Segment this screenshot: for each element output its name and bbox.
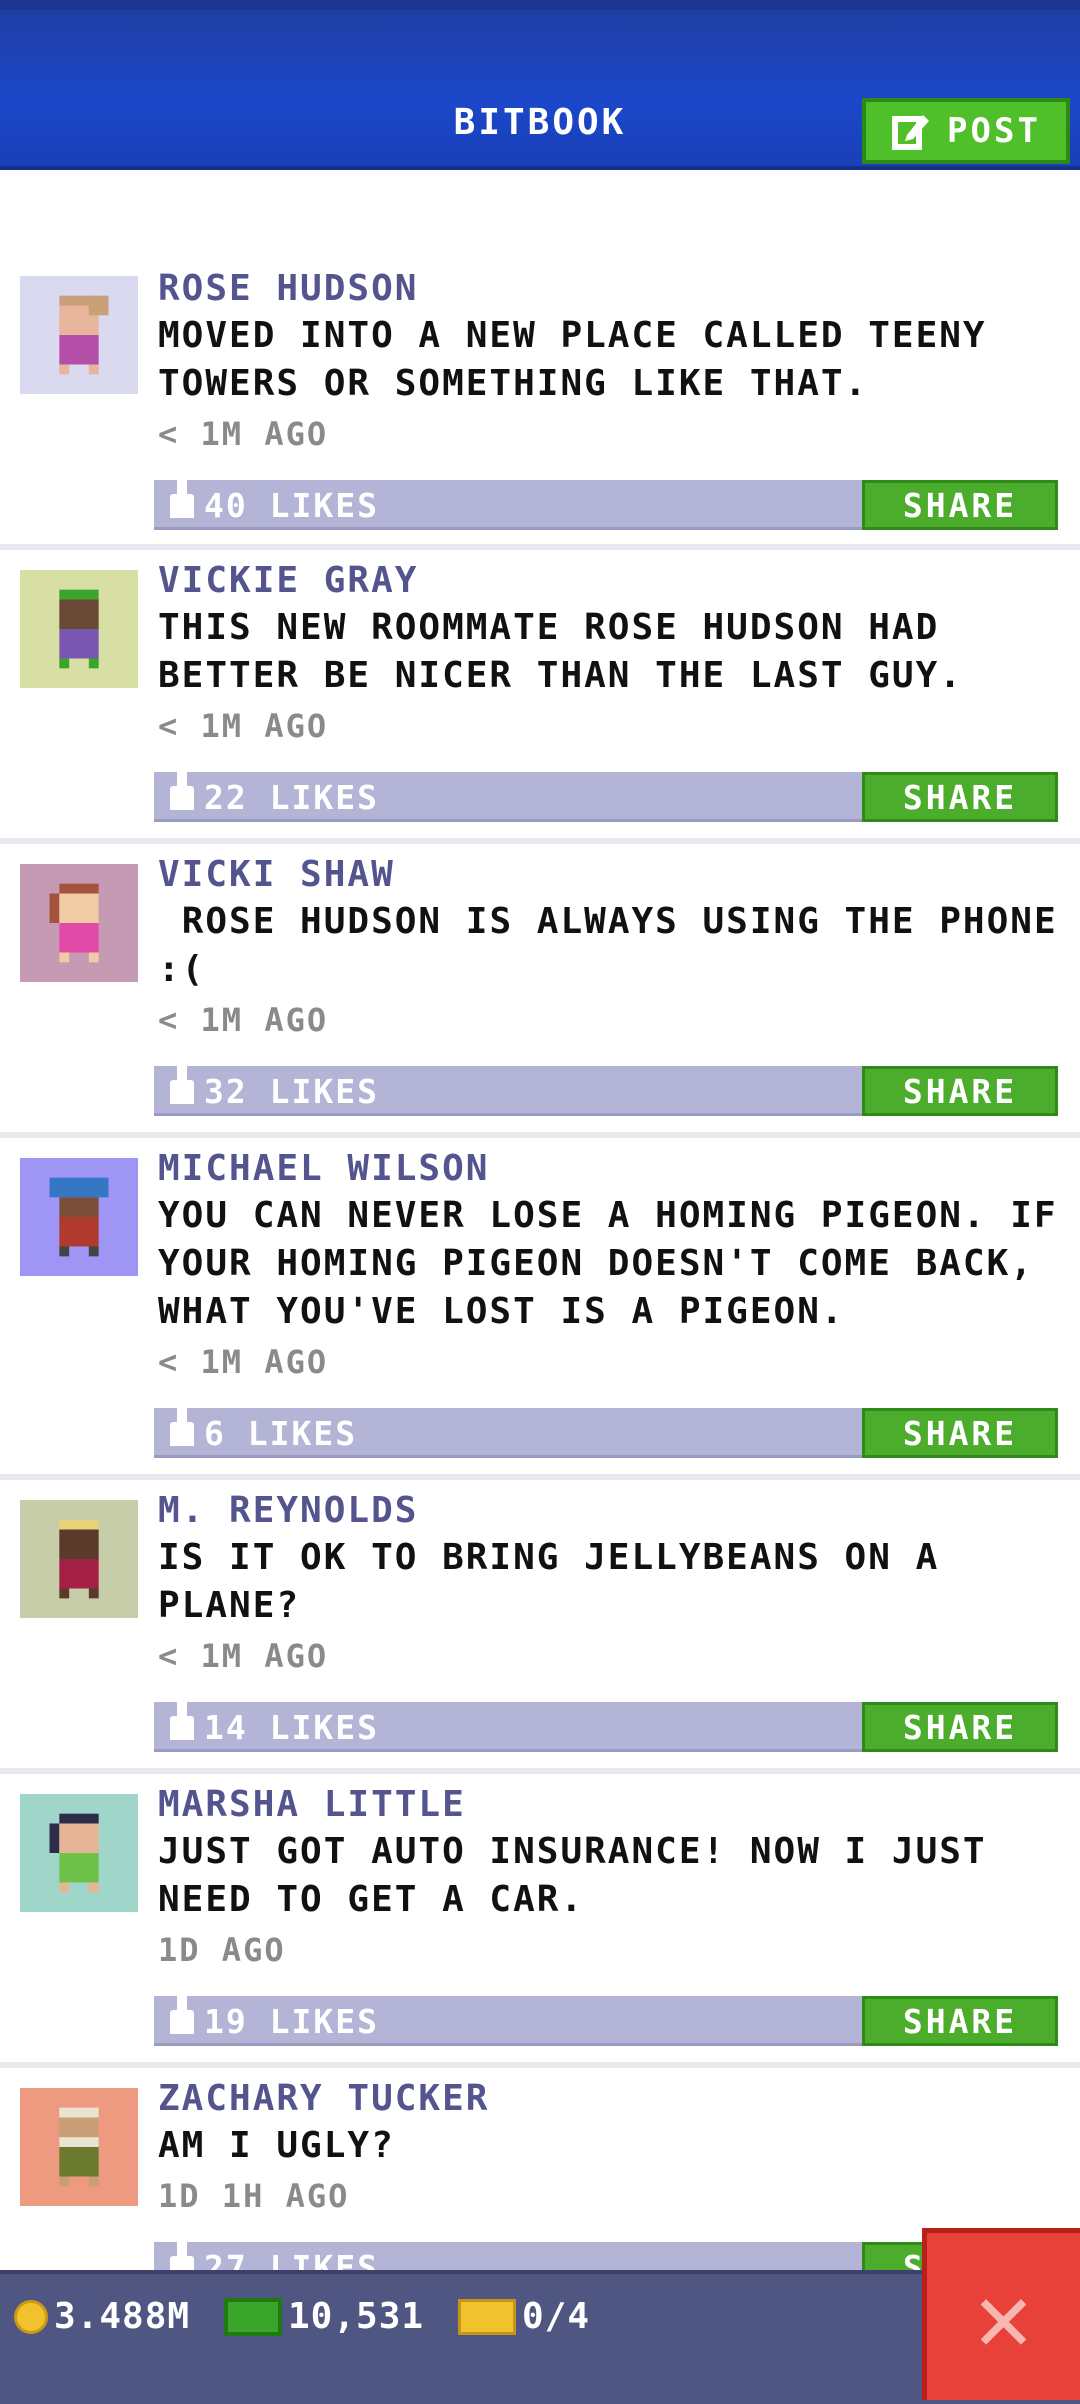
thumbs-up-icon [170,1995,194,2034]
likes-count[interactable]: 6 LIKES [170,1407,358,1453]
share-button[interactable]: SHARE [862,1066,1058,1116]
thumbs-up-icon [170,1065,194,1104]
share-button[interactable]: SHARE [862,1702,1058,1752]
likes-count[interactable]: 14 LIKES [170,1701,379,1747]
likes-bar: 19 LIKES SHARE [154,1995,1058,2046]
list-item: MICHAEL WILSON YOU CAN NEVER LOSE A HOMI… [0,1132,1080,1480]
avatar [20,1500,138,1618]
post-author[interactable]: VICKIE GRAY [158,560,418,601]
list-item: VICKI SHAW ROSE HUDSON IS ALWAYS USING T… [0,838,1080,1138]
close-button[interactable]: ✕ [922,2228,1080,2400]
avatar [20,2088,138,2206]
list-item: M. REYNOLDS IS IT OK TO BRING JELLYBEANS… [0,1474,1080,1774]
avatar [20,570,138,688]
share-button[interactable]: SHARE [862,480,1058,530]
list-item: ROSE HUDSON MOVED INTO A NEW PLACE CALLE… [0,170,1080,550]
avatar-image [20,2088,138,2206]
coins-value: 3.488M [54,2296,191,2337]
post-text: MOVED INTO A NEW PLACE CALLED TEENY TOWE… [158,315,987,404]
thumbs-up-icon [170,2241,194,2270]
avatar [20,1794,138,1912]
avatar [20,276,138,394]
bux-icon [224,2297,282,2336]
status-bar: 3.488M 10,531 0/4 [0,2270,1080,2404]
avatar-image [20,1794,138,1912]
close-icon: ✕ [974,2260,1033,2373]
share-button[interactable]: SHARE [862,1996,1058,2046]
post-author[interactable]: MARSHA LITTLE [158,1784,466,1825]
likes-bar: 6 LIKES SHARE [154,1407,1058,1458]
list-item: VICKIE GRAY THIS NEW ROOMMATE ROSE HUDSO… [0,544,1080,844]
tickets-value: 0/4 [522,2296,591,2337]
likes-count[interactable]: 27 LIKES [170,2241,379,2270]
post-author[interactable]: ROSE HUDSON [158,268,418,309]
share-button[interactable]: SHARE [862,772,1058,822]
likes-count[interactable]: 19 LIKES [170,1995,379,2041]
thumbs-up-icon [170,1407,194,1446]
post-time: 1D 1H AGO [158,2177,350,2215]
post-text: YOU CAN NEVER LOSE A HOMING PIGEON. IF Y… [158,1195,1058,1332]
avatar [20,1158,138,1276]
post-author[interactable]: MICHAEL WILSON [158,1148,489,1189]
likes-label: 27 LIKES [204,2248,379,2270]
likes-count[interactable]: 40 LIKES [170,479,379,525]
ticket-icon [458,2298,516,2335]
likes-count[interactable]: 22 LIKES [170,771,379,817]
avatar-image [20,1500,138,1618]
thumbs-up-icon [170,1701,194,1740]
thumbs-up-icon [170,479,194,518]
avatar [20,864,138,982]
likes-label: 14 LIKES [204,1708,379,1747]
post-text: AM I UGLY? [158,2125,395,2166]
likes-label: 6 LIKES [204,1414,358,1453]
post-text: THIS NEW ROOMMATE ROSE HUDSON HAD BETTER… [158,607,963,696]
post-time: 1D AGO [158,1931,286,1969]
likes-count[interactable]: 32 LIKES [170,1065,379,1111]
likes-bar: 32 LIKES SHARE [154,1065,1058,1116]
post-time: < 1M AGO [158,415,329,453]
post-text: ROSE HUDSON IS ALWAYS USING THE PHONE :( [158,901,1080,990]
likes-bar: 40 LIKES SHARE [154,479,1058,530]
likes-label: 32 LIKES [204,1072,379,1111]
likes-bar: 22 LIKES SHARE [154,771,1058,822]
post-time: < 1M AGO [158,707,329,745]
edit-icon [892,115,930,150]
likes-label: 19 LIKES [204,2002,379,2041]
coin-icon [14,2299,48,2334]
post-text: IS IT OK TO BRING JELLYBEANS ON A PLANE? [158,1537,940,1626]
post-time: < 1M AGO [158,1343,329,1381]
post-author[interactable]: ZACHARY TUCKER [158,2078,489,2119]
post-button-label: POST [947,111,1041,151]
likes-label: 40 LIKES [204,486,379,525]
avatar-image [20,864,138,982]
avatar-image [20,570,138,688]
list-item: MARSHA LITTLE JUST GOT AUTO INSURANCE! N… [0,1768,1080,2068]
post-author[interactable]: VICKI SHAW [158,854,395,895]
likes-bar: 14 LIKES SHARE [154,1701,1058,1752]
post-time: < 1M AGO [158,1637,329,1675]
feed-list[interactable]: ROSE HUDSON MOVED INTO A NEW PLACE CALLE… [0,170,1080,2270]
post-button[interactable]: POST [862,98,1070,164]
avatar-image [20,276,138,394]
avatar-image [20,1158,138,1276]
list-item: ZACHARY TUCKER AM I UGLY? 1D 1H AGO 27 L… [0,2062,1080,2270]
app-header: BITBOOK POST [0,0,1080,170]
share-button[interactable]: SHARE [862,1408,1058,1458]
post-time: < 1M AGO [158,1001,329,1039]
bux-value: 10,531 [288,2296,425,2337]
post-author[interactable]: M. REYNOLDS [158,1490,418,1531]
post-text: JUST GOT AUTO INSURANCE! NOW I JUST NEED… [158,1831,987,1920]
tickets-stat: 0/4 [458,2296,590,2337]
bux-stat: 10,531 [224,2296,424,2337]
thumbs-up-icon [170,771,194,810]
likes-label: 22 LIKES [204,778,379,817]
coins-stat: 3.488M [14,2296,190,2337]
